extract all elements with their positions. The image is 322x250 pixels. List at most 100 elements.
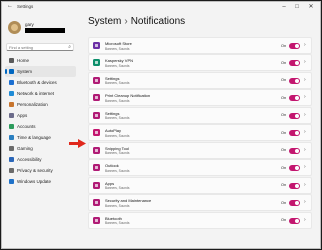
sidebar-item-bluetooth-devices[interactable]: Bluetooth & devices (5, 77, 76, 88)
toggle-status-label: On (281, 113, 287, 118)
sidebar-item-gaming[interactable]: Gaming (5, 143, 76, 154)
sidebar-item-label: Gaming (17, 146, 33, 151)
notification-toggle[interactable] (289, 200, 300, 207)
app-row[interactable]: Apps Banners, Sounds On › (88, 176, 312, 194)
sidebar-item-windows-update[interactable]: Windows Update (5, 176, 76, 187)
chevron-right-icon[interactable]: › (304, 42, 306, 48)
settings-window: ← Settings – □ ✕ gary ⌕ Home System Blueto… (1, 1, 321, 249)
breadcrumb-parent[interactable]: System (88, 16, 121, 27)
app-row[interactable]: Snipping Tool Banners, Sounds On › (88, 141, 312, 159)
chevron-right-icon[interactable]: › (304, 129, 306, 135)
sidebar-item-privacy-security[interactable]: Privacy & security (5, 165, 76, 176)
search-icon[interactable]: ⌕ (68, 44, 71, 50)
sidebar-item-label: Privacy & security (17, 168, 53, 173)
sidebar-item-accessibility[interactable]: Accessibility (5, 154, 76, 165)
chevron-right-icon[interactable]: › (304, 147, 306, 153)
sidebar-item-label: Accounts (17, 124, 36, 129)
app-row[interactable]: Settings Banners, Sounds On › (88, 106, 312, 124)
notification-toggle[interactable] (289, 165, 300, 172)
chevron-right-icon[interactable]: › (304, 164, 306, 170)
notification-toggle[interactable] (289, 147, 300, 154)
app-notification-types: Banners, Sounds (105, 98, 130, 103)
app-row[interactable]: AutoPlay Banners, Sounds On › (88, 124, 312, 142)
app-icon (93, 59, 100, 67)
chevron-right-icon[interactable]: › (304, 217, 306, 223)
sidebar-icon (9, 168, 14, 173)
app-name: Kaspersky VPN (105, 58, 134, 64)
sidebar-item-system[interactable]: System (5, 66, 76, 77)
app-name: Settings (105, 110, 120, 116)
search-input[interactable] (9, 44, 61, 50)
sidebar-item-home[interactable]: Home (5, 55, 76, 66)
toggle-status-label: On (281, 78, 287, 83)
back-arrow-icon[interactable]: ← (7, 3, 13, 9)
app-name: Settings (105, 75, 120, 81)
chevron-right-icon[interactable]: › (304, 199, 306, 205)
chevron-right-icon[interactable]: › (304, 94, 306, 100)
app-icon (93, 129, 100, 137)
notification-toggle[interactable] (289, 217, 300, 224)
app-notification-types: Banners, Sounds (105, 186, 130, 191)
toggle-status-label: On (281, 130, 287, 135)
toggle-status-label: On (281, 200, 287, 205)
notification-toggle[interactable] (289, 95, 300, 102)
notification-toggle[interactable] (289, 60, 300, 67)
chevron-right-icon[interactable]: › (304, 59, 306, 65)
app-row[interactable]: Microsoft Store Banners, Sounds On › (88, 37, 312, 54)
app-row[interactable]: Kaspersky VPN Banners, Sounds On › (88, 54, 312, 72)
sidebar-item-label: Accessibility (17, 157, 42, 162)
app-name: Microsoft Store (105, 41, 132, 46)
sidebar-icon (9, 124, 14, 129)
sidebar-item-apps[interactable]: Apps (5, 110, 76, 121)
redacted-email (25, 28, 65, 33)
app-notification-types: Banners, Sounds (105, 116, 130, 121)
search-box[interactable]: ⌕ (6, 43, 74, 51)
chevron-right-icon[interactable]: › (304, 77, 306, 83)
app-icon (93, 181, 100, 189)
sidebar-item-label: Time & language (17, 135, 51, 140)
avatar[interactable] (8, 21, 21, 34)
notification-toggle[interactable] (289, 43, 300, 49)
toggle-status-label: On (281, 218, 287, 223)
app-notification-types: Banners, Sounds (105, 168, 130, 173)
breadcrumb-current: Notifications (130, 16, 186, 27)
sidebar-icon (9, 80, 14, 85)
app-row[interactable]: Security and Maintenance Banners, Sounds O… (88, 194, 312, 212)
sidebar-item-label: System (17, 69, 33, 74)
sidebar-nav: Home System Bluetooth & devices Network & i… (5, 55, 76, 187)
app-name: Snipping Tool (105, 145, 129, 151)
sidebar-icon (9, 146, 14, 151)
notification-toggle[interactable] (289, 182, 300, 189)
app-name: Outlook (105, 163, 119, 169)
toggle-status-label: On (281, 148, 287, 153)
close-button[interactable]: ✕ (305, 2, 317, 12)
notification-toggle[interactable] (289, 112, 300, 119)
sidebar-item-time-language[interactable]: Time & language (5, 132, 76, 143)
app-icon (93, 164, 100, 172)
app-notification-types: Banners, Sounds (105, 203, 130, 208)
app-notification-list: Microsoft Store Banners, Sounds On › Kaspers… (88, 37, 312, 229)
app-name: Print Cleanup Notification (105, 93, 151, 99)
sidebar: gary ⌕ Home System Bluetooth & devices Netw… (2, 12, 78, 248)
app-icon (93, 94, 100, 102)
sidebar-item-network-internet[interactable]: Network & internet (5, 88, 76, 99)
minimize-button[interactable]: – (278, 2, 290, 12)
notification-toggle[interactable] (289, 130, 300, 137)
app-row[interactable]: Bluetooth Banners, Sounds On › (88, 211, 312, 229)
app-icon (93, 111, 100, 119)
app-row[interactable]: Outlook Banners, Sounds On › (88, 159, 312, 177)
notification-toggle[interactable] (289, 77, 300, 84)
maximize-button[interactable]: □ (291, 2, 303, 12)
sidebar-icon (9, 179, 14, 184)
app-row[interactable]: Settings Banners, Sounds On › (88, 71, 312, 89)
sidebar-item-accounts[interactable]: Accounts (5, 121, 76, 132)
app-icon (93, 199, 100, 207)
chevron-right-icon[interactable]: › (304, 112, 306, 118)
app-icon (93, 216, 100, 224)
app-row[interactable]: Print Cleanup Notification Banners, Sound… (88, 89, 312, 107)
toggle-status-label: On (281, 95, 287, 100)
sidebar-item-personalization[interactable]: Personalization (5, 99, 76, 110)
app-icon (93, 76, 100, 84)
sidebar-item-label: Home (17, 58, 30, 63)
chevron-right-icon[interactable]: › (304, 182, 306, 188)
